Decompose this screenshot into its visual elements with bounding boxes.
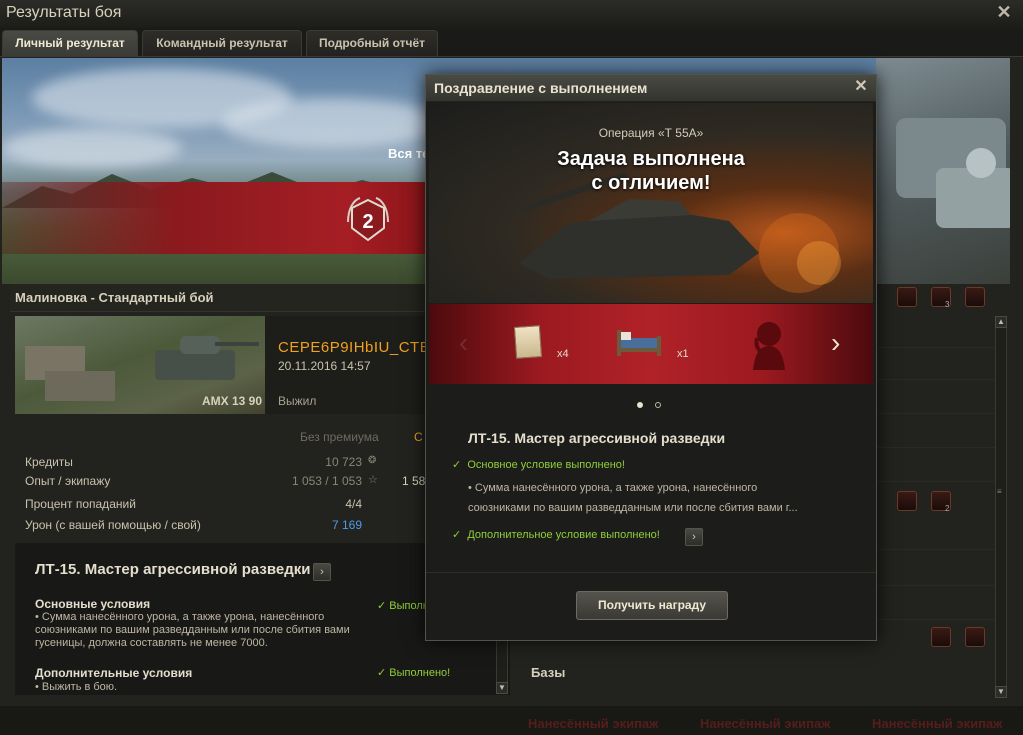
- tab-personal-result[interactable]: Личный результат: [2, 30, 138, 56]
- chevron-right-icon[interactable]: ›: [831, 329, 840, 357]
- stat-value-damage: 7 169: [331, 518, 362, 532]
- list-item: [876, 418, 998, 448]
- rank-medal-icon: 2: [347, 197, 389, 242]
- carousel-dot[interactable]: [655, 402, 662, 408]
- battle-datetime: 20.11.2016 14:57: [278, 359, 371, 373]
- rewards-carousel: ‹ x4 x1 ›: [429, 304, 873, 384]
- divider: [426, 572, 876, 573]
- achievement-count: 3: [945, 300, 950, 309]
- achievement-icon[interactable]: [931, 627, 951, 647]
- check-icon: ✓: [377, 667, 387, 679]
- tank-illustration-right: [876, 58, 1010, 284]
- faded-label: Нанесённый экипаж: [700, 716, 831, 731]
- reward-qty-documents: x4: [557, 348, 569, 360]
- dialog-task-title: ЛТ-15. Мастер агрессивной разведки: [468, 430, 726, 446]
- list-item: [876, 590, 998, 620]
- list-item: [876, 520, 998, 550]
- completion-dialog: Поздравление с выполнением ✕ Операция «Т…: [425, 74, 877, 641]
- column-premium: С: [414, 430, 423, 444]
- extra-condition-details-button[interactable]: ›: [685, 528, 703, 546]
- main-conditions-text: • Сумма нанесённого урона, а также урона…: [35, 611, 350, 649]
- faded-label: Нанесённый экипаж: [872, 716, 1003, 731]
- completion-headline-line1: Задача выполнена: [557, 148, 745, 170]
- task-details-button[interactable]: ›: [313, 563, 331, 581]
- bases-header: Базы: [531, 665, 566, 680]
- get-reward-button[interactable]: Получить награду: [576, 591, 728, 620]
- banner-caption: Вся те: [388, 146, 430, 161]
- stat-label-hit-ratio: Процент попаданий: [25, 497, 136, 511]
- main-condition-text-line2: союзниками по вашим разведданным или пос…: [468, 502, 798, 514]
- tank-name: AMX 13 90: [202, 394, 263, 408]
- list-item: [876, 452, 998, 482]
- barracks-bed-icon: [617, 330, 661, 356]
- scroll-down-icon[interactable]: ▼: [995, 686, 1007, 698]
- extra-condition-done-text: Дополнительное условие выполнено!: [467, 529, 660, 541]
- achievement-count: 2: [945, 504, 950, 513]
- close-icon[interactable]: ✕: [852, 78, 870, 96]
- stat-value-experience: 1 053 / 1 053: [291, 474, 362, 488]
- bottom-strip: Нанесённый экипаж Нанесённый экипаж Нане…: [0, 706, 1023, 735]
- player-name: CEPE6P9IHbIU_CTBO: [278, 339, 443, 356]
- extra-conditions-text: • Выжить в бою.: [35, 681, 118, 693]
- list-item: [876, 350, 998, 380]
- extra-condition-status-text: Выполнено!: [389, 667, 451, 679]
- main-condition-done: ✓ Основное условие выполнено!: [452, 456, 625, 474]
- dialog-artwork: Операция «Т 55А» Задача выполнена с отли…: [429, 103, 873, 303]
- stat-label-experience: Опыт / экипажу: [25, 474, 111, 488]
- list-item: [876, 318, 998, 348]
- main-conditions-title: Основные условия: [35, 597, 151, 611]
- extra-conditions-title: Дополнительные условия: [35, 666, 193, 680]
- chevron-left-icon[interactable]: ‹: [459, 329, 468, 357]
- achievement-icon[interactable]: [897, 491, 917, 511]
- carousel-dots: [637, 395, 669, 413]
- achievement-icon[interactable]: [965, 287, 985, 307]
- scroll-thumb-grip-icon[interactable]: ≡: [997, 487, 1005, 497]
- survival-status: Выжил: [278, 394, 317, 408]
- map-mode-title: Малиновка - Стандартный бой: [15, 290, 214, 305]
- scroll-up-icon[interactable]: ▲: [995, 316, 1007, 328]
- scroll-down-icon[interactable]: ▼: [496, 682, 508, 694]
- credits-icon: ❂: [368, 455, 377, 466]
- completion-headline-line2: с отличием!: [591, 172, 711, 194]
- check-icon: ✓: [377, 600, 387, 612]
- dialog-header: Поздравление с выполнением ✕: [426, 75, 876, 102]
- stat-premium-experience: 1 58: [402, 474, 426, 488]
- rank-number: 2: [362, 211, 373, 233]
- extra-condition-status: ✓ Выполнено!: [377, 666, 450, 679]
- reward-qty-barracks: x1: [677, 348, 689, 360]
- window-titlebar: Результаты боя ✕: [0, 0, 1023, 28]
- main-condition-status: ✓ Выполн: [377, 599, 429, 612]
- extra-condition-done: ✓ Дополнительное условие выполнено!: [452, 526, 660, 544]
- female-crew-icon: [753, 322, 785, 370]
- stat-value-credits: 10 723: [325, 455, 362, 469]
- main-condition-status-text: Выполн: [389, 600, 429, 612]
- achievement-icon[interactable]: [965, 627, 985, 647]
- column-no-premium: Без премиума: [300, 430, 379, 444]
- faded-label: Нанесённый экипаж: [528, 716, 659, 731]
- list-item: [876, 556, 998, 586]
- tab-bar: Личный результат Командный результат Под…: [0, 28, 1023, 56]
- close-icon[interactable]: ✕: [995, 3, 1013, 21]
- achievement-icon[interactable]: [897, 287, 917, 307]
- dialog-title: Поздравление с выполнением: [434, 80, 648, 96]
- experience-star-icon: ☆: [368, 474, 378, 486]
- stat-label-credits: Кредиты: [25, 455, 73, 469]
- right-scrollbar[interactable]: ▲ ≡ ▼: [995, 316, 1007, 698]
- completion-headline: Задача выполнена с отличием!: [429, 147, 873, 195]
- check-icon: ✓: [452, 459, 462, 471]
- document-icon: [513, 325, 543, 359]
- task-title: ЛТ-15. Мастер агрессивной разведки: [35, 561, 311, 578]
- main-condition-text-line1: • Сумма нанесённого урона, а также урона…: [468, 482, 758, 494]
- check-icon: ✓: [452, 529, 462, 541]
- tab-detailed-report[interactable]: Подробный отчёт: [306, 30, 438, 56]
- stat-value-hit-ratio: 4/4: [345, 497, 362, 511]
- carousel-dot-active[interactable]: [637, 402, 643, 408]
- list-item: [876, 384, 998, 414]
- stat-label-damage: Урон (с вашей помощью / свой): [25, 518, 201, 532]
- window-title: Результаты боя: [6, 4, 122, 21]
- main-condition-done-text: Основное условие выполнено!: [467, 459, 625, 471]
- tab-team-result[interactable]: Командный результат: [142, 30, 302, 56]
- operation-name: Операция «Т 55А»: [598, 126, 704, 140]
